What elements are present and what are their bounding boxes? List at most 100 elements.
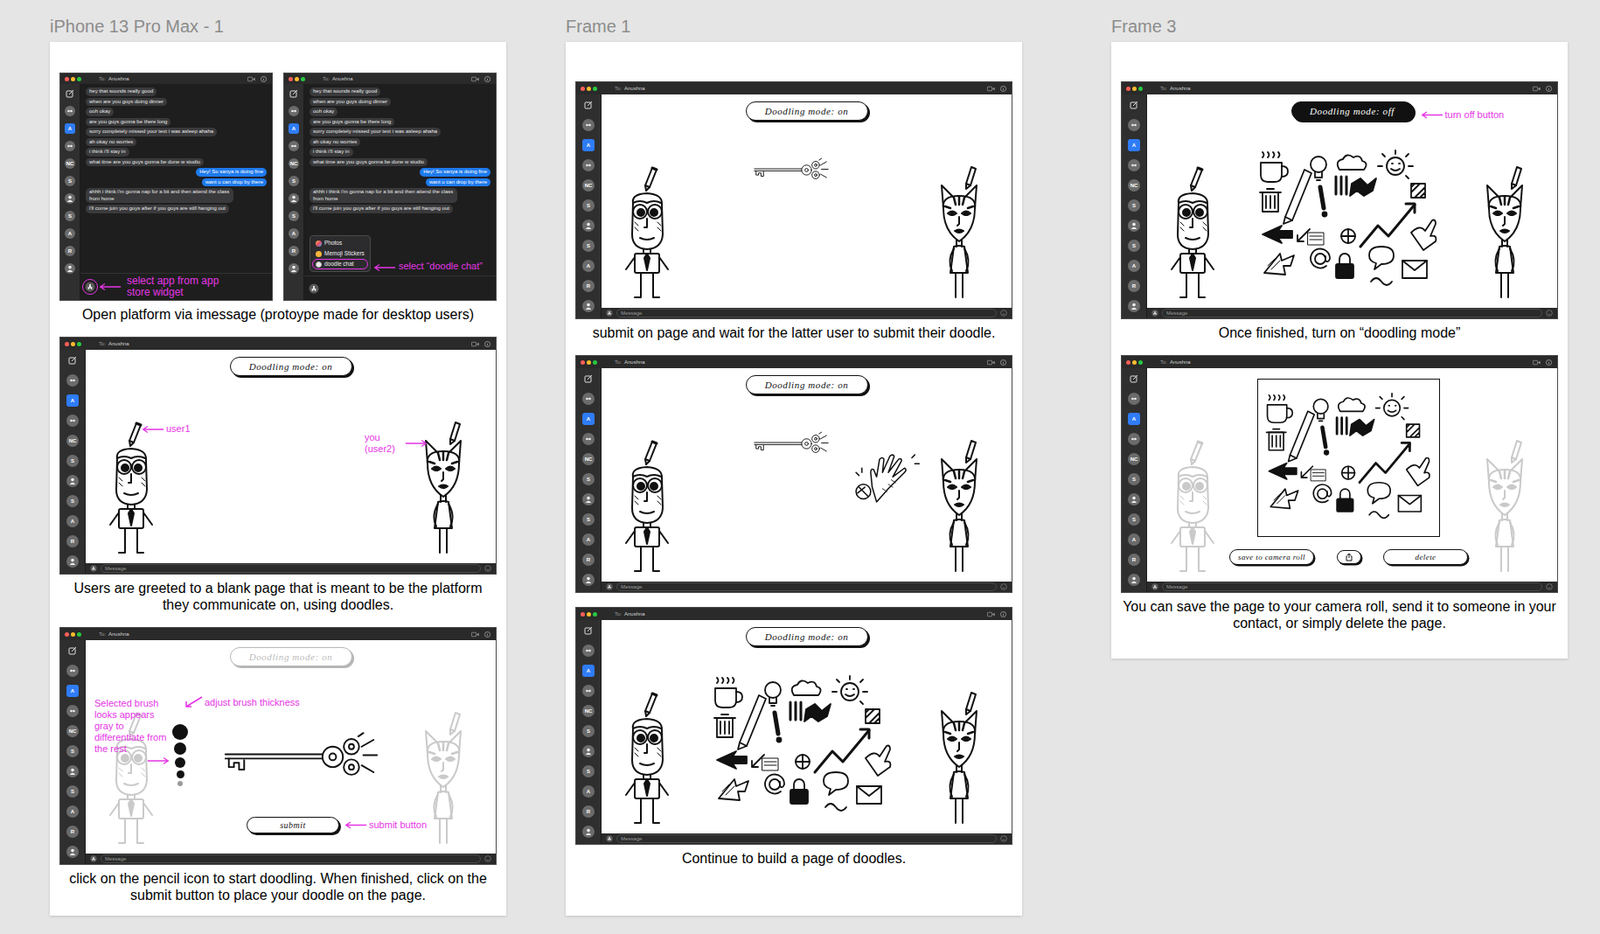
conversation-item[interactable]	[582, 98, 595, 112]
doodle-page[interactable]: save to camera rolldelete	[1147, 368, 1558, 582]
info-icon[interactable]	[483, 76, 492, 83]
user1-avatar[interactable]	[619, 689, 675, 830]
conversation-item[interactable]: S	[1127, 199, 1141, 212]
app-menu-item[interactable]: Photos	[313, 238, 368, 248]
close-icon[interactable]	[580, 360, 585, 365]
minimize-icon[interactable]	[586, 86, 592, 91]
conversation-item[interactable]	[582, 624, 595, 637]
conversation-item[interactable]	[1127, 299, 1141, 313]
doodling-mode-toggle[interactable]: Doodling mode: on	[745, 626, 869, 647]
conversation-item[interactable]: R	[582, 553, 595, 566]
video-call-icon[interactable]	[471, 631, 480, 638]
artboard-title[interactable]: iPhone 13 Pro Max - 1	[49, 15, 507, 42]
conversation-item[interactable]: S	[582, 473, 595, 486]
conversation-item[interactable]: A	[288, 123, 300, 134]
conversation-item[interactable]: A	[582, 785, 595, 798]
conversation-item[interactable]: S	[288, 210, 300, 222]
conversation-item[interactable]: A	[288, 228, 300, 239]
conversation-item[interactable]	[66, 555, 79, 568]
conversation-item[interactable]	[64, 140, 76, 152]
zoom-icon[interactable]	[592, 360, 598, 365]
artboard-title[interactable]: Frame 1	[565, 15, 1023, 42]
conversation-item[interactable]	[1127, 372, 1141, 385]
page-action-button[interactable]: save to camera roll	[1229, 549, 1315, 565]
conversation-item[interactable]: S	[66, 494, 79, 508]
conversation-item[interactable]: A	[1127, 533, 1141, 546]
minimize-icon[interactable]	[1132, 360, 1137, 365]
conversation-item[interactable]	[66, 374, 79, 387]
robot-character-icon[interactable]	[103, 419, 160, 560]
conversation-item[interactable]: S	[582, 239, 595, 252]
conversation-item[interactable]	[582, 825, 595, 838]
minimize-icon[interactable]	[70, 341, 76, 347]
app-store-icon[interactable]	[605, 309, 613, 317]
conversation-item[interactable]	[1127, 219, 1141, 232]
conversation-item[interactable]	[582, 118, 595, 132]
close-icon[interactable]	[580, 86, 585, 91]
cat-character-icon[interactable]	[931, 689, 988, 830]
minimize-icon[interactable]	[586, 360, 592, 365]
video-call-icon[interactable]	[471, 340, 480, 348]
conversation-item[interactable]	[66, 845, 79, 858]
conversation-item[interactable]	[288, 140, 300, 152]
key-doodle[interactable]	[751, 157, 831, 181]
conversation-item[interactable]	[582, 744, 595, 758]
doodling-mode-toggle[interactable]: Doodling mode: on	[745, 101, 869, 121]
robot-character-icon[interactable]	[619, 164, 675, 305]
conversation-item[interactable]	[64, 88, 76, 99]
conversation-item[interactable]	[66, 354, 79, 367]
emoji-icon[interactable]	[484, 855, 492, 863]
conversation-item[interactable]	[582, 372, 595, 385]
emoji-icon[interactable]	[1545, 583, 1553, 591]
zoom-icon[interactable]	[76, 76, 82, 82]
conversation-item[interactable]: A	[582, 412, 595, 425]
emoji-icon[interactable]	[484, 564, 492, 572]
close-icon[interactable]	[1126, 86, 1131, 91]
conversation-item[interactable]	[582, 219, 595, 232]
conversation-item[interactable]: A	[1127, 412, 1141, 425]
conversation-item[interactable]: NC	[66, 434, 79, 447]
close-icon[interactable]	[288, 76, 293, 82]
zoom-icon[interactable]	[300, 76, 306, 82]
info-icon[interactable]	[483, 340, 492, 348]
brush-size-option[interactable]	[173, 742, 187, 755]
video-call-icon[interactable]	[1532, 85, 1541, 92]
conversation-item[interactable]: A	[64, 123, 76, 134]
recipient-field[interactable]: To:Anushna	[614, 358, 982, 366]
message-input[interactable]: Message	[1161, 582, 1543, 592]
cat-character-icon[interactable]	[1476, 164, 1533, 305]
conversation-item[interactable]: A	[66, 514, 79, 528]
doodle-page[interactable]: Doodling mode: offturn off button	[1147, 94, 1558, 308]
conversation-item[interactable]	[1127, 392, 1141, 405]
conversation-item[interactable]: NC	[288, 158, 300, 169]
conversation-item[interactable]: R	[64, 245, 76, 257]
conversation-item[interactable]	[582, 644, 595, 657]
conversation-item[interactable]: A	[582, 139, 595, 152]
zoom-icon[interactable]	[76, 632, 82, 637]
conversation-item[interactable]	[64, 263, 76, 274]
doodle-page[interactable]: Doodling mode: on	[601, 619, 1012, 834]
conversation-item[interactable]	[66, 704, 79, 717]
user1-avatar[interactable]	[1164, 438, 1221, 578]
conversation-item[interactable]: A	[582, 533, 595, 546]
user2-avatar[interactable]	[1476, 438, 1533, 578]
doodling-mode-toggle[interactable]: Doodling mode: off	[1291, 101, 1414, 121]
conversation-item[interactable]	[288, 193, 300, 204]
conversation-item[interactable]	[66, 414, 79, 427]
robot-character-icon[interactable]	[1164, 164, 1221, 305]
message-input[interactable]: Message	[616, 308, 997, 318]
conversation-item[interactable]: S	[1127, 239, 1141, 252]
zoom-icon[interactable]	[592, 86, 598, 91]
conversation-item[interactable]	[288, 105, 300, 117]
minimize-icon[interactable]	[294, 76, 300, 82]
doodling-mode-toggle[interactable]: Doodling mode: on	[745, 375, 869, 395]
conversation-item[interactable]: A	[66, 684, 79, 697]
conversation-item[interactable]: S	[582, 724, 595, 738]
conversation-item[interactable]	[66, 765, 79, 778]
robot-character-icon[interactable]	[619, 689, 675, 830]
app-store-icon[interactable]	[90, 855, 98, 863]
conversation-item[interactable]	[64, 105, 76, 117]
conversation-item[interactable]	[1127, 493, 1141, 506]
conversation-item[interactable]: A	[582, 664, 595, 677]
app-menu-item[interactable]: doodle chat	[313, 259, 368, 269]
